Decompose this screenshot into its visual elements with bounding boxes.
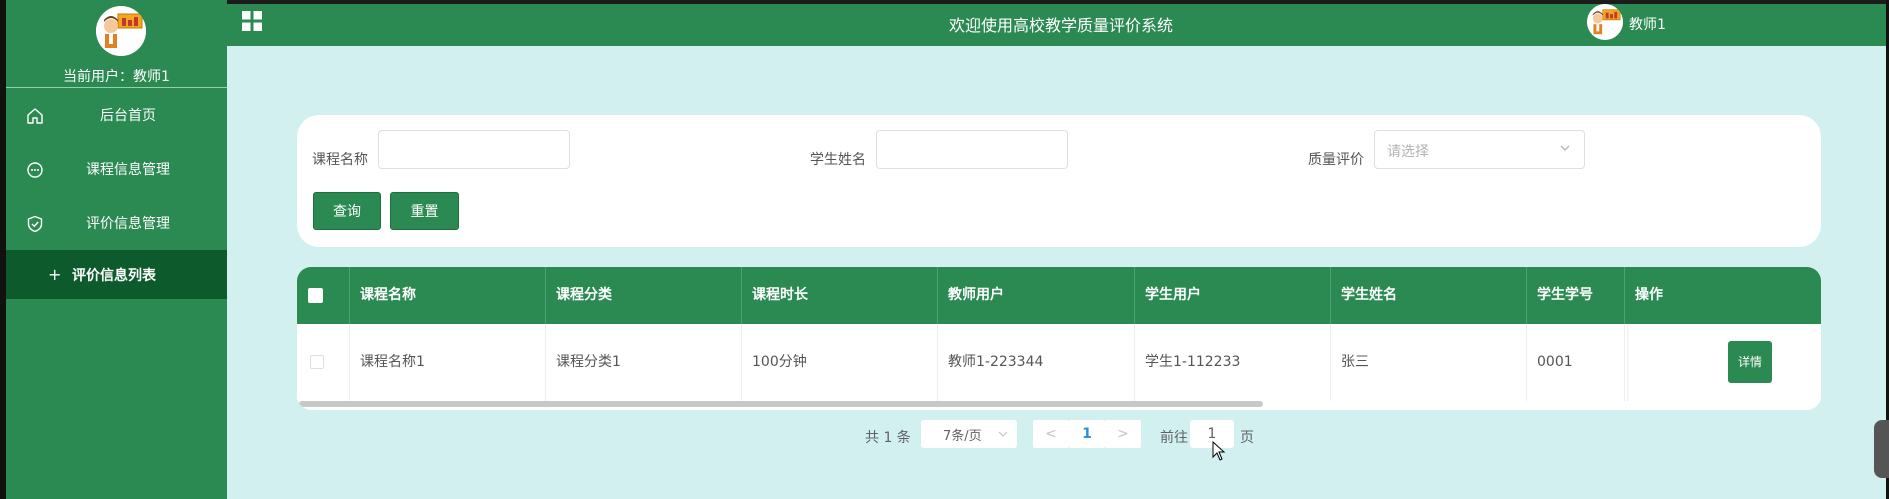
quality-evaluation-select[interactable]: 请选择: [1374, 130, 1585, 169]
column-header[interactable]: 学生学号: [1527, 267, 1625, 324]
column-header[interactable]: 课程时长: [742, 267, 938, 324]
column-header: 操作: [1635, 287, 1663, 303]
course-name-label: 课程名称: [312, 152, 368, 168]
select-all-cell: [297, 267, 350, 324]
column-header[interactable]: 学生用户: [1135, 267, 1331, 324]
row-checkbox[interactable]: [310, 355, 324, 369]
sidebar-item-label: 课程信息管理: [86, 162, 170, 178]
page-size-value: 7条/页: [943, 429, 982, 444]
student-name-label: 学生姓名: [810, 152, 866, 168]
table-cell: 张三: [1331, 324, 1527, 401]
data-table: 课程名称 课程分类 课程时长 教师用户 学生用户 学生姓名 学生学号 操作 课程…: [297, 267, 1821, 410]
table-cell: 课程名称1: [350, 324, 546, 401]
current-page-number[interactable]: 1: [1069, 420, 1105, 448]
sidebar-item-course-management[interactable]: 课程信息管理: [6, 142, 227, 196]
table-header: 课程名称 课程分类 课程时长 教师用户 学生用户 学生姓名 学生学号 操作: [297, 267, 1821, 324]
sidebar-item-label: 后台首页: [100, 108, 156, 124]
course-name-input[interactable]: [378, 130, 570, 169]
chat-bubble-icon: [27, 162, 43, 178]
sidebar: 当前用户：教师1 后台首页 课程信息管理 评价信息管理 + 评价信息列表: [6, 0, 227, 499]
main-content: 课程名称 学生姓名 质量评价 请选择 查询 重置 课程名称 课程分类 课程时长 …: [227, 46, 1886, 499]
side-collapse-tab[interactable]: [1874, 420, 1889, 478]
sidebar-item-home[interactable]: 后台首页: [6, 88, 227, 142]
next-page-button[interactable]: >: [1105, 420, 1141, 448]
fixed-column-shadow: [1627, 324, 1629, 401]
table-cell: 0001: [1527, 324, 1625, 401]
reset-button[interactable]: 重置: [390, 192, 459, 230]
user-avatar: [96, 6, 146, 56]
table-cell: 100分钟: [742, 324, 938, 401]
column-header[interactable]: 课程名称: [350, 267, 546, 324]
student-name-input[interactable]: [876, 130, 1068, 169]
column-header[interactable]: 课程分类: [546, 267, 742, 324]
select-all-checkbox[interactable]: [308, 288, 323, 303]
search-form: 课程名称 学生姓名 质量评价 请选择 查询 重置: [297, 115, 1821, 247]
sidebar-user-panel: 当前用户：教师1: [6, 0, 227, 88]
detail-button[interactable]: 详情: [1728, 341, 1772, 383]
column-header[interactable]: 学生姓名: [1331, 267, 1527, 324]
mouse-cursor-icon: [1212, 441, 1226, 461]
table-cell: 课程分类1: [546, 324, 742, 401]
header-user-name[interactable]: 教师1: [1629, 14, 1666, 34]
top-header: 欢迎使用高校教学质量评价系统 教师1: [227, 4, 1886, 46]
header-avatar[interactable]: [1587, 4, 1623, 40]
sidebar-item-label: 评价信息管理: [86, 216, 170, 232]
chevron-down-icon: [998, 431, 1008, 437]
select-placeholder: 请选择: [1387, 144, 1429, 160]
prev-page-button[interactable]: <: [1033, 420, 1069, 448]
quality-evaluation-label: 质量评价: [1308, 152, 1364, 168]
table-row: 课程名称1 课程分类1 100分钟 教师1-223344 学生1-112233 …: [297, 324, 1821, 401]
sidebar-item-evaluation-management[interactable]: 评价信息管理: [6, 196, 227, 250]
horizontal-scrollbar[interactable]: [299, 401, 1263, 407]
row-select-cell: [297, 324, 350, 401]
goto-label: 前往: [1160, 430, 1188, 446]
query-button[interactable]: 查询: [313, 192, 381, 230]
chevron-down-icon: [1560, 145, 1570, 151]
table-cell: 教师1-223344: [938, 324, 1135, 401]
sidebar-subitem-evaluation-list[interactable]: + 评价信息列表: [6, 250, 227, 299]
sidebar-subitem-label: 评价信息列表: [72, 267, 156, 284]
table-cell: 学生1-112233: [1135, 324, 1331, 401]
pagination-total: 共 1 条: [865, 430, 911, 446]
plus-icon: +: [48, 265, 62, 284]
column-header[interactable]: 教师用户: [938, 267, 1135, 324]
page-size-select[interactable]: 7条/页: [921, 420, 1017, 448]
home-icon: [27, 108, 43, 124]
page-suffix-label: 页: [1240, 430, 1254, 446]
shield-check-icon: [27, 215, 43, 233]
current-user-label: 当前用户：教师1: [63, 69, 170, 85]
